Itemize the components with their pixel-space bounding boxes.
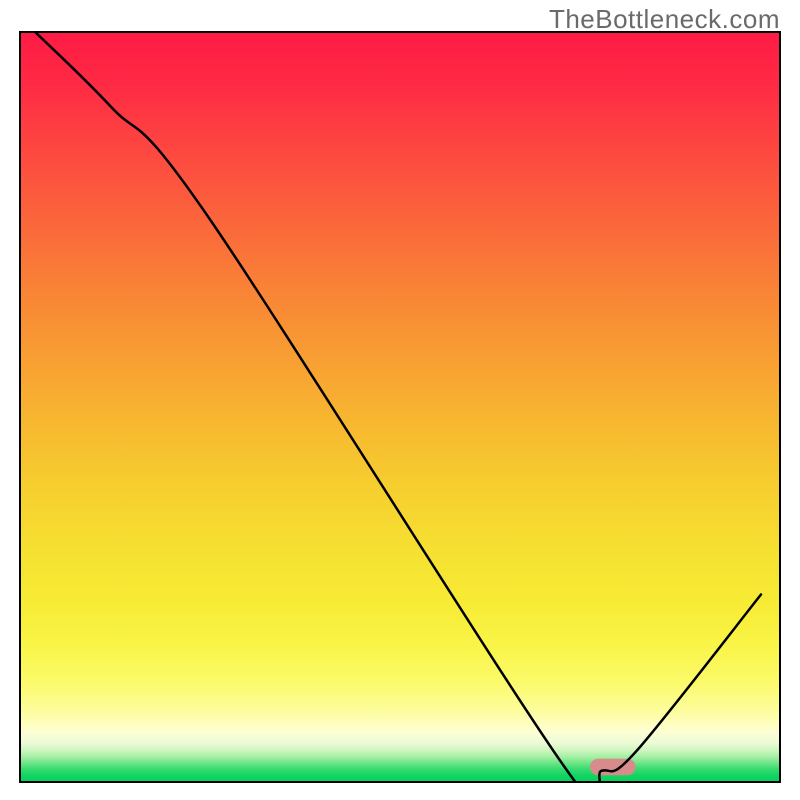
target-marker (590, 759, 636, 776)
chart-stage: TheBottleneck.com (0, 0, 800, 800)
watermark-text: TheBottleneck.com (549, 4, 780, 35)
plot-background (20, 32, 780, 782)
bottleneck-chart (0, 0, 800, 800)
